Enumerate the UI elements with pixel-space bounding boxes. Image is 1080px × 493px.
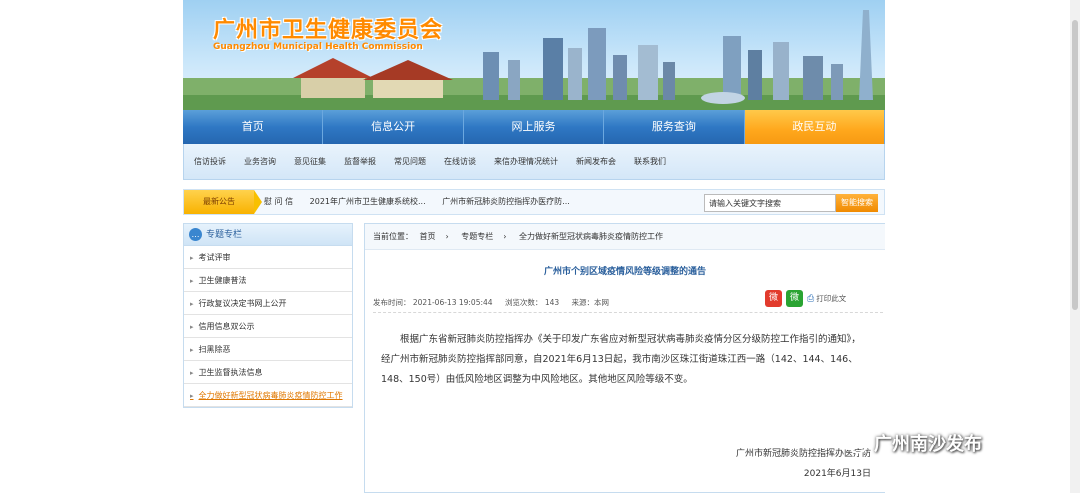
subnav-item[interactable]: 监督举报 [344,156,376,167]
sidebar: … 专题专栏 ▸ 考试评审 ▸ 卫生健康普法 ▸ 行政复议决定书网上公开 ▸ 信用信息双… [183,223,353,408]
page: 广州市卫生健康委员会 Guangzhou Municipal Health Co… [183,0,886,493]
wechat-share-icon[interactable]: 微 [786,290,803,307]
watermark-text: 广州南沙发布 [874,434,982,455]
chevron-right-icon: › [445,232,449,241]
subnav-item[interactable]: 意见征集 [294,156,326,167]
notice-bar: 最新公告 慰 问 信 2021年广州市卫生健康系统校... 广州市新冠肺炎防控指… [183,189,885,215]
print-link[interactable]: 打印此文 [816,293,846,304]
nav-item-online-service[interactable]: 网上服务 [464,110,605,144]
sidebar-item-label: 卫生监督执法信息 [198,368,263,377]
printer-icon[interactable]: ⎙ [807,294,814,304]
nav-item-home[interactable]: 首页 [183,110,324,144]
view-count: 浏览次数： 143 [504,298,560,307]
breadcrumb-link[interactable]: 首页 [420,232,436,241]
search-button[interactable]: 智能搜索 [836,194,878,212]
arrow-right-icon: ▸ [190,346,194,354]
arrow-right-icon: ▸ [190,300,194,308]
sub-nav: 信访投诉 业务咨询 意见征集 监督举报 常见问题 在线访谈 来信办理情况统计 新… [183,144,885,180]
notice-item[interactable]: 慰 问 信 [264,197,293,206]
breadcrumb-prefix: 当前位置： [373,232,413,241]
site-title: 广州市卫生健康委员会 [213,18,444,43]
sidebar-title: 专题专栏 [206,230,243,240]
article-body: 根据广东省新冠肺炎防控指挥办《关于印发广东省应对新型冠状病毒肺炎疫情分区分级防控… [381,334,861,385]
sidebar-item[interactable]: ▸ 行政复议决定书网上公开 [184,292,352,315]
sidebar-item-label: 行政复议决定书网上公开 [198,299,287,308]
main-nav: 首页 信息公开 网上服务 服务查询 政民互动 [183,110,886,144]
article-title: 广州市个别区域疫情风险等级调整的通告 [543,267,706,277]
sidebar-item[interactable]: ▸ 扫黑除恶 [184,338,352,361]
scrollbar-thumb[interactable] [1072,20,1078,310]
sidebar-item-label: 全力做好新型冠状病毒肺炎疫情防控工作 [198,391,343,400]
sidebar-item-label: 卫生健康普法 [198,276,247,285]
article-panel: 当前位置： 首页 › 专题专栏 › 全力做好新型冠状病毒肺炎疫情防控工作 广州市个别… [364,223,885,493]
sidebar-item[interactable]: ▸ 卫生健康普法 [184,269,352,292]
arrow-right-icon: ▸ [190,392,194,400]
subnav-item[interactable]: 常见问题 [394,156,426,167]
search-input[interactable] [704,194,836,212]
subnav-item[interactable]: 来信办理情况统计 [494,156,558,167]
watermark: 广州南沙发布 [838,430,982,456]
chevron-right-icon: › [503,232,507,241]
notice-label: 最新公告 [184,190,262,214]
subnav-item[interactable]: 新闻发布会 [576,156,616,167]
publish-time: 发布时间： 2021-06-13 19:05:44 [373,298,493,307]
breadcrumb-link[interactable]: 全力做好新型冠状病毒肺炎疫情防控工作 [519,232,663,241]
sidebar-item-label: 扫黑除恶 [198,345,231,354]
sidebar-item-active[interactable]: ▸ 全力做好新型冠状病毒肺炎疫情防控工作 [184,384,352,407]
article-date: 2021年6月13日 [803,469,871,479]
notice-item[interactable]: 2021年广州市卫生健康系统校... [310,197,426,206]
arrow-right-icon: ▸ [190,369,194,377]
breadcrumb-link[interactable]: 专题专栏 [461,232,493,241]
weibo-share-icon[interactable]: 微 [765,290,782,307]
scrollbar[interactable] [1070,0,1080,493]
arrow-right-icon: ▸ [190,277,194,285]
nav-item-info[interactable]: 信息公开 [323,110,464,144]
subnav-item[interactable]: 联系我们 [634,156,666,167]
arrow-right-icon: ▸ [190,323,194,331]
header-banner: 广州市卫生健康委员会 Guangzhou Municipal Health Co… [183,0,885,110]
sidebar-item-label: 考试评审 [198,253,231,262]
subnav-item[interactable]: 业务咨询 [244,156,276,167]
nav-item-interaction[interactable]: 政民互动 [744,110,886,144]
sidebar-header: … 专题专栏 [184,224,352,246]
sidebar-item[interactable]: ▸ 考试评审 [184,246,352,269]
subnav-item[interactable]: 在线访谈 [444,156,476,167]
article-meta: 发布时间： 2021-06-13 19:05:44 浏览次数： 143 来源：本… [373,297,619,308]
chat-bubble-icon: … [189,228,202,241]
breadcrumb: 当前位置： 首页 › 专题专栏 › 全力做好新型冠状病毒肺炎疫情防控工作 [365,224,885,250]
subnav-item[interactable]: 信访投诉 [194,156,226,167]
sidebar-item[interactable]: ▸ 卫生监督执法信息 [184,361,352,384]
site-subtitle: Guangzhou Municipal Health Commission [213,42,423,52]
notice-list: 慰 问 信 2021年广州市卫生健康系统校... 广州市新冠肺炎防控指挥办医疗防… [264,190,584,214]
arrow-right-icon: ▸ [190,254,194,262]
divider [373,312,883,313]
share-bar: 微 微 ⎙ 打印此文 [765,290,846,307]
sidebar-item-label: 信用信息双公示 [198,322,255,331]
nav-item-service-query[interactable]: 服务查询 [604,110,745,144]
sidebar-item[interactable]: ▸ 信用信息双公示 [184,315,352,338]
notice-item[interactable]: 广州市新冠肺炎防控指挥办医疗防... [442,197,570,206]
wechat-logo-icon [838,432,867,454]
source: 来源：本网 [571,298,610,307]
